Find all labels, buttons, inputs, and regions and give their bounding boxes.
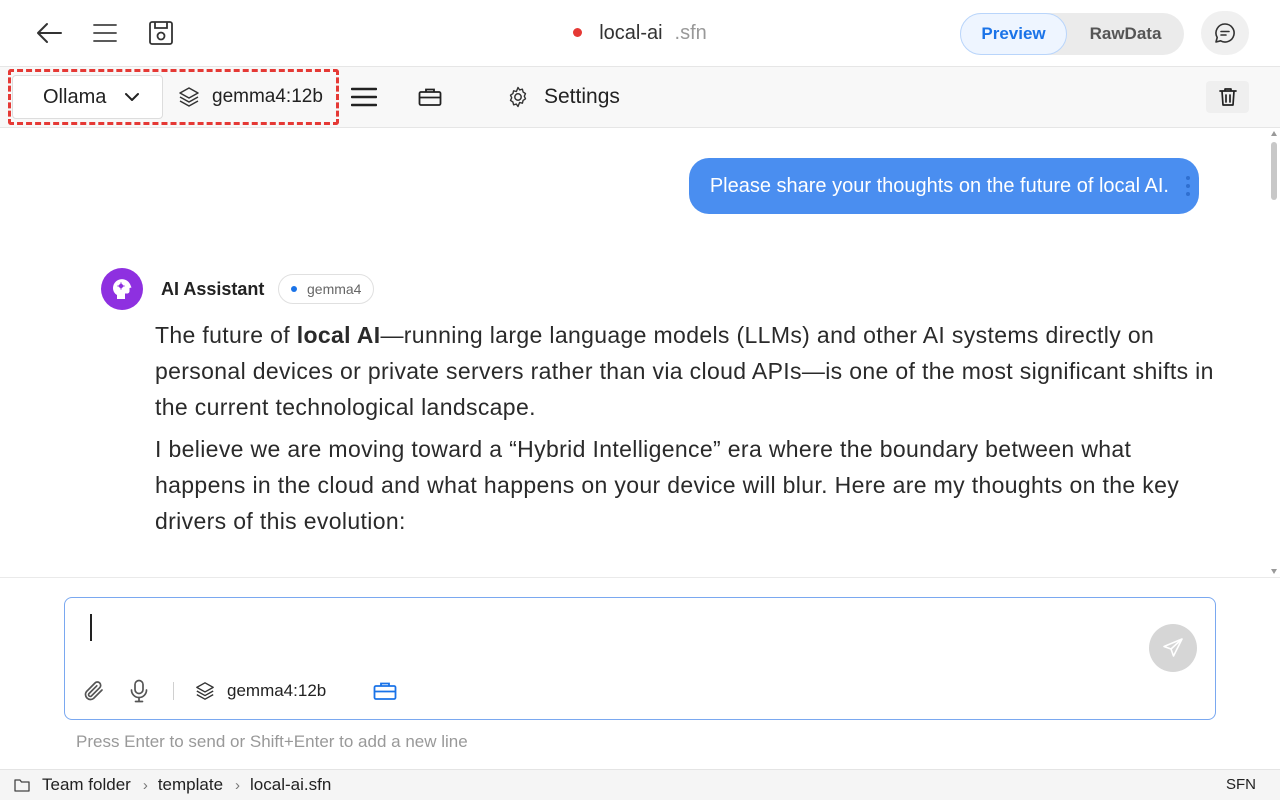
- gear-icon: [509, 86, 527, 108]
- chat-toolbar: Ollama gemma4:12b Settings: [0, 67, 1280, 128]
- microphone-icon[interactable]: [124, 676, 154, 706]
- divider: [173, 682, 174, 700]
- file-name: local-ai: [599, 22, 663, 44]
- hamburger-icon: [351, 87, 377, 107]
- response-bold-text: local AI: [296, 322, 381, 348]
- attach-icon[interactable]: [79, 676, 109, 706]
- tools-briefcase-icon[interactable]: [370, 676, 400, 706]
- tab-rawdata[interactable]: RawData: [1067, 13, 1184, 55]
- model-status-dot: [291, 286, 297, 292]
- file-extension: .sfn: [674, 22, 707, 44]
- scrollbar[interactable]: [1268, 128, 1280, 577]
- back-arrow-icon[interactable]: [34, 18, 64, 48]
- breadcrumb: Team folder › template › local-ai.sfn: [14, 775, 331, 795]
- menu-icon[interactable]: [90, 18, 120, 48]
- title-bar: local-ai .sfn Preview RawData: [0, 0, 1280, 67]
- assistant-avatar: [101, 268, 143, 310]
- composer-area: gemma4:12b Press Enter to send or Shift+…: [0, 577, 1280, 769]
- scrollbar-thumb[interactable]: [1271, 142, 1277, 200]
- tools-button[interactable]: [412, 80, 448, 114]
- assistant-name: AI Assistant: [161, 279, 265, 299]
- trash-icon: [1218, 88, 1237, 106]
- input-hint: Press Enter to send or Shift+Enter to ad…: [76, 732, 468, 751]
- breadcrumb-item[interactable]: template: [158, 775, 223, 795]
- unsaved-indicator: [573, 28, 583, 37]
- scroll-up-icon[interactable]: [1271, 131, 1277, 136]
- message-options-icon[interactable]: [1186, 176, 1190, 196]
- composer-model-label: gemma4:12b: [227, 681, 327, 700]
- response-paragraph: I believe we are moving toward a “Hybrid…: [155, 436, 1180, 534]
- assistant-message: The future of local AI—running large lan…: [155, 317, 1215, 545]
- save-icon[interactable]: [146, 18, 176, 48]
- send-button[interactable]: [1149, 624, 1197, 672]
- clear-chat-button[interactable]: [1206, 81, 1249, 113]
- model-badge: gemma4: [278, 274, 375, 304]
- chevron-right-icon: ›: [142, 776, 148, 794]
- file-type-label: SFN: [1226, 776, 1256, 793]
- send-icon: [1163, 638, 1183, 657]
- composer-model-picker[interactable]: gemma4:12b: [195, 676, 326, 706]
- text-caret: [90, 614, 92, 641]
- status-bar: Team folder › template › local-ai.sfn SF…: [0, 769, 1280, 800]
- tab-preview[interactable]: Preview: [960, 13, 1067, 55]
- chat-panel-button[interactable]: [1201, 11, 1249, 55]
- breadcrumb-item[interactable]: local-ai.sfn: [250, 775, 331, 795]
- breadcrumb-item[interactable]: Team folder: [42, 775, 131, 795]
- highlight-annotation: [8, 69, 339, 125]
- briefcase-icon: [418, 88, 442, 106]
- chat-bubble-icon: [1215, 23, 1235, 43]
- list-menu-button[interactable]: [346, 80, 382, 114]
- user-message: Please share your thoughts on the future…: [688, 158, 1199, 214]
- view-mode-toggle: Preview RawData: [960, 13, 1184, 55]
- ai-head-icon: [113, 279, 132, 299]
- message-input[interactable]: gemma4:12b: [64, 597, 1216, 720]
- layers-icon: [196, 682, 214, 700]
- response-paragraph: The future of local AI—running large lan…: [155, 317, 1215, 425]
- user-message-text: Please share your thoughts on the future…: [709, 174, 1169, 197]
- response-text: The future of: [155, 322, 297, 348]
- message-list: Please share your thoughts on the future…: [0, 128, 1280, 577]
- settings-button[interactable]: Settings: [506, 75, 620, 119]
- chevron-right-icon: ›: [235, 776, 241, 794]
- scroll-down-icon[interactable]: [1271, 569, 1277, 574]
- settings-label: Settings: [544, 85, 620, 108]
- folder-icon: [14, 779, 30, 792]
- model-badge-label: gemma4: [307, 281, 362, 297]
